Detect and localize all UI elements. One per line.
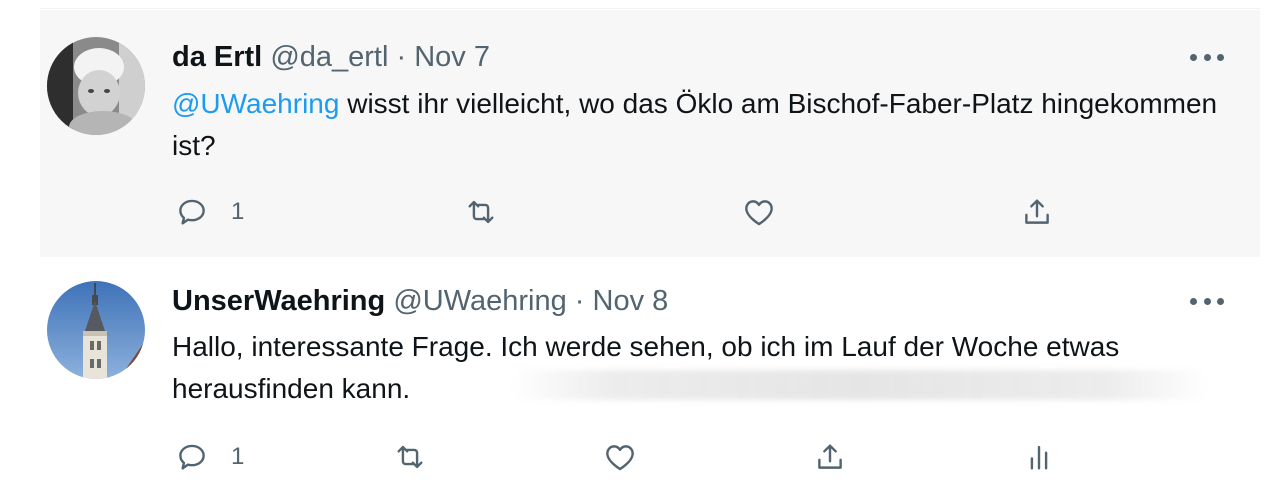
retweet-icon: [468, 200, 494, 224]
reply-icon: [179, 199, 205, 225]
avatar-da-ertl[interactable]: [47, 37, 145, 135]
user-handle[interactable]: @UWaehring: [393, 285, 566, 317]
share-icon: [818, 444, 842, 469]
like-icon: [745, 200, 773, 226]
share-button[interactable]: [813, 440, 847, 474]
reply-count: 1: [231, 198, 245, 225]
share-button[interactable]: [1020, 195, 1054, 229]
tweet-date[interactable]: Nov 7: [414, 41, 490, 73]
tweet-da-ertl[interactable]: da Ertl @da_ertl · Nov 7 @UWaehring wiss…: [40, 10, 1260, 257]
display-name[interactable]: UnserWaehring: [172, 285, 385, 317]
tweet-header: da Ertl @da_ertl · Nov 7: [172, 41, 490, 74]
reply-button[interactable]: 1: [175, 440, 244, 474]
like-button[interactable]: [603, 440, 637, 474]
avatar-unserwaehring[interactable]: [47, 281, 145, 379]
reply-button[interactable]: 1: [175, 195, 244, 229]
retweet-button[interactable]: [464, 195, 498, 229]
user-handle[interactable]: @da_ertl: [270, 41, 388, 73]
blurred-translate-overlay: [510, 370, 1210, 400]
like-button[interactable]: [742, 195, 776, 229]
tweet-header: UnserWaehring @UWaehring · Nov 8: [172, 285, 668, 318]
reply-count: 1: [231, 443, 245, 470]
reply-icon: [179, 444, 205, 470]
analytics-icon: [1030, 445, 1048, 470]
share-icon: [1025, 199, 1049, 224]
display-name[interactable]: da Ertl: [172, 41, 262, 73]
tweet-text: @UWaehring wisst ihr vielleicht, wo das …: [172, 83, 1242, 167]
like-icon: [606, 445, 634, 471]
more-icon[interactable]: [1190, 47, 1224, 67]
more-icon[interactable]: [1190, 291, 1224, 311]
tweet-date[interactable]: Nov 8: [593, 285, 669, 317]
retweet-icon: [397, 445, 423, 469]
mention-link[interactable]: @UWaehring: [172, 88, 339, 119]
separator-dot: ·: [574, 285, 585, 317]
analytics-button[interactable]: [1022, 440, 1056, 474]
tweet-unserwaehring[interactable]: UnserWaehring @UWaehring · Nov 8 Hallo, …: [40, 257, 1260, 497]
separator-dot: ·: [396, 41, 407, 73]
retweet-button[interactable]: [393, 440, 427, 474]
top-divider: [40, 8, 1260, 9]
